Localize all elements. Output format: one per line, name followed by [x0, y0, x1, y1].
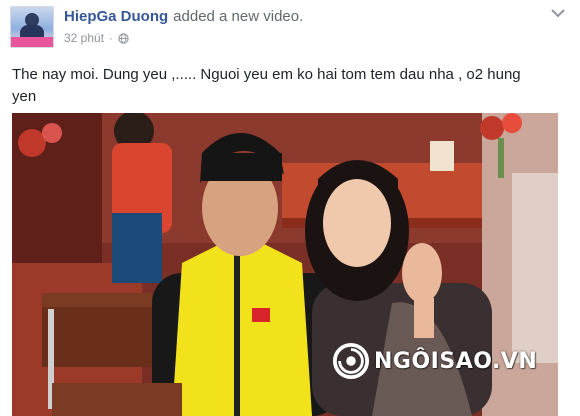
post-meta: 32 phút · — [64, 31, 129, 45]
post-timestamp[interactable]: 32 phút — [64, 31, 104, 45]
avatar-banner — [11, 37, 53, 47]
author-name-link[interactable]: HiepGa Duong — [64, 8, 168, 25]
post-action-text: added a new video. — [173, 8, 304, 25]
chevron-down-icon[interactable] — [550, 7, 566, 19]
video-player[interactable] — [12, 113, 558, 416]
post-message: The nay moi. Dung yeu ,..... Nguoi yeu e… — [12, 66, 521, 105]
facebook-post: HiepGa Duong added a new video. 32 phút ·… — [0, 0, 580, 416]
meta-separator: · — [109, 31, 114, 45]
post-header: HiepGa Duong added a new video. — [64, 8, 303, 25]
author-avatar[interactable] — [10, 6, 54, 48]
globe-icon[interactable] — [118, 32, 129, 44]
video-frame — [12, 113, 558, 416]
